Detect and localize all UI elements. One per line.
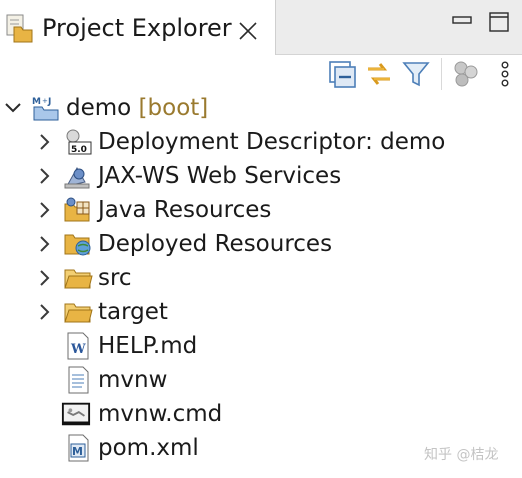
tree-item-deployed-resources[interactable]: Deployed Resources — [0, 227, 522, 261]
tree-item-label: Deployed Resources — [98, 231, 333, 257]
tree-item-help-md[interactable]: W HELP.md — [0, 329, 522, 363]
tree-item-target[interactable]: target — [0, 295, 522, 329]
chevron-down-icon[interactable] — [4, 99, 22, 117]
tree-item-label: target — [98, 299, 168, 325]
tree-item-mvnw-cmd[interactable]: mvnw.cmd — [0, 397, 522, 431]
svg-text:W: W — [70, 342, 86, 357]
deployment-descriptor-icon: 5.0 — [66, 129, 92, 155]
word-document-icon: W — [67, 332, 89, 360]
tree-item-label: Java Resources — [98, 197, 272, 223]
chevron-right-icon[interactable] — [36, 167, 54, 185]
deployed-resources-icon — [64, 234, 91, 256]
tree-item-mvnw[interactable]: mvnw — [0, 363, 522, 397]
project-explorer-tab[interactable]: Project Explorer — [0, 0, 276, 55]
svg-text:M: M — [72, 445, 83, 458]
web-services-icon — [64, 166, 90, 189]
tree-item-label: mvnw.cmd — [98, 401, 223, 427]
filter-icon[interactable] — [401, 59, 431, 89]
svg-text:M: M — [32, 97, 41, 107]
java-resources-icon — [64, 197, 90, 222]
view-title: Project Explorer — [42, 14, 232, 42]
chevron-right-icon[interactable] — [36, 133, 54, 151]
tree-item-src[interactable]: src — [0, 261, 522, 295]
tree-item-label: Deployment Descriptor: demo — [98, 129, 446, 155]
tree-item-java-resources[interactable]: Java Resources — [0, 193, 522, 227]
command-file-icon — [61, 402, 91, 426]
chevron-right-icon[interactable] — [36, 303, 54, 321]
maximize-icon[interactable] — [487, 10, 511, 34]
focus-task-icon[interactable] — [451, 59, 481, 89]
boot-decoration: [boot] — [138, 95, 209, 121]
minimize-icon[interactable] — [450, 10, 474, 34]
folder-icon — [64, 303, 93, 323]
toolbar-separator — [441, 58, 442, 90]
tree-item-label: mvnw — [98, 367, 168, 393]
tree-item-demo[interactable]: M + J demo [boot] — [0, 91, 522, 125]
tree-item-label: HELP.md — [98, 333, 198, 359]
view-menu-icon[interactable] — [495, 59, 515, 89]
spring-boot-project-icon: M + J — [32, 97, 59, 121]
chevron-right-icon[interactable] — [36, 235, 54, 253]
tree-item-deployment-descriptor[interactable]: 5.0 Deployment Descriptor: demo — [0, 125, 522, 159]
chevron-right-icon[interactable] — [36, 201, 54, 219]
maven-pom-icon: M — [68, 434, 89, 462]
tree-item-label: JAX-WS Web Services — [98, 163, 342, 189]
view-title-bar: Project Explorer — [0, 0, 522, 55]
folder-icon — [64, 269, 93, 289]
close-icon[interactable] — [237, 20, 259, 42]
watermark: 知乎 @桔龙 — [424, 447, 499, 463]
project-explorer-icon — [6, 14, 33, 43]
svg-text:5.0: 5.0 — [71, 145, 87, 155]
svg-text:J: J — [47, 97, 51, 107]
collapse-all-icon[interactable] — [327, 59, 357, 89]
tree-item-label: src — [98, 265, 132, 291]
text-file-icon — [68, 366, 89, 394]
tree-item-label: pom.xml — [98, 435, 199, 461]
tree-item-jax-ws-web-services[interactable]: JAX-WS Web Services — [0, 159, 522, 193]
tree-item-label: demo — [66, 95, 132, 121]
link-with-editor-icon[interactable] — [364, 59, 394, 89]
chevron-right-icon[interactable] — [36, 269, 54, 287]
